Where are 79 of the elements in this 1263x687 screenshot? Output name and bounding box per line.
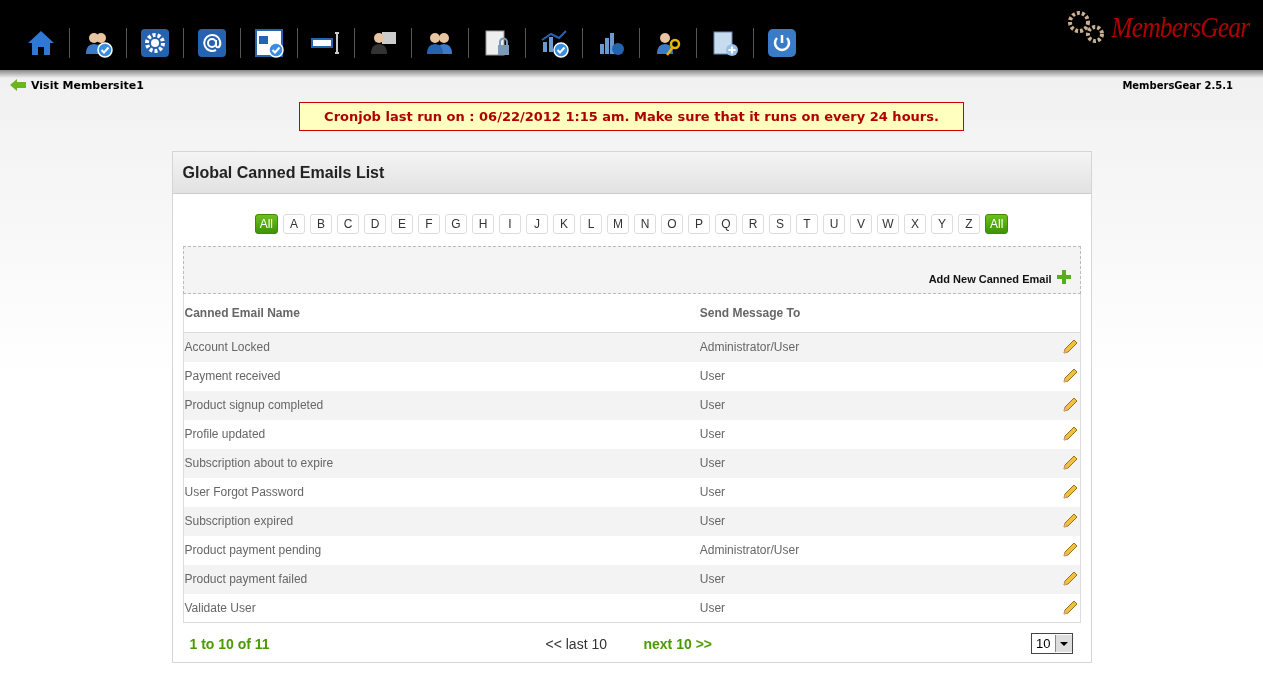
table-cell: Validate User (183, 593, 699, 623)
letter-filter[interactable]: Z (958, 214, 980, 234)
table-cell: User (698, 448, 1047, 478)
letter-filter[interactable]: A (283, 214, 305, 234)
next-link[interactable]: next 10 >> (643, 635, 712, 652)
table-cell: Product payment pending (183, 535, 699, 565)
back-link[interactable]: Visit Membersite1 (10, 78, 144, 92)
table-cell: Product payment failed (183, 564, 699, 594)
table-cell: Subscription expired (183, 506, 699, 536)
letter-filter[interactable]: U (823, 214, 845, 234)
panel-title: Global Canned Emails List (182, 163, 385, 182)
letter-filter[interactable]: M (607, 214, 629, 234)
pencil-icon[interactable] (1061, 484, 1078, 500)
at-sign-icon[interactable] (197, 28, 227, 58)
letter-filter[interactable]: P (688, 214, 710, 234)
letter-filter[interactable]: N (634, 214, 656, 234)
page-range: 1 to 10 of 11 (189, 635, 271, 652)
table-cell: Payment received (183, 361, 699, 391)
table-cell: User (698, 564, 1047, 594)
letter-filter[interactable]: G (445, 214, 467, 234)
pencil-icon[interactable] (1061, 397, 1078, 413)
letter-filter[interactable]: V (850, 214, 872, 234)
home-icon[interactable] (26, 28, 56, 58)
add-link[interactable]: Add New Canned Email (928, 269, 1072, 285)
letter-filter[interactable]: I (499, 214, 521, 234)
letter-filter[interactable]: R (742, 214, 764, 234)
letter-filter[interactable]: D (364, 214, 386, 234)
left-arrow-icon (10, 79, 26, 91)
letter-filter[interactable]: C (337, 214, 359, 234)
page-size-select[interactable]: 10 (1031, 633, 1073, 654)
table-cell: User (698, 477, 1047, 507)
plus-icon (1055, 269, 1072, 285)
letter-filter[interactable]: L (580, 214, 602, 234)
table-cell: User (698, 593, 1047, 623)
letter-filter[interactable]: B (310, 214, 332, 234)
table-cell: Profile updated (183, 419, 699, 449)
letter-filter[interactable]: J (526, 214, 548, 234)
letter-filter[interactable]: O (661, 214, 683, 234)
table-cell: Product signup completed (183, 390, 699, 420)
pencil-icon[interactable] (1061, 599, 1078, 616)
letter-filter[interactable]: S (769, 214, 791, 234)
pencil-icon[interactable] (1061, 455, 1078, 471)
letter-filter[interactable]: Q (715, 214, 737, 234)
logo-text: MembersGear (1111, 10, 1249, 44)
notepad-lock-icon[interactable] (482, 28, 512, 58)
letter-filter[interactable]: F (418, 214, 440, 234)
version-label: MembersGear 2.5.1 (1122, 79, 1233, 91)
gear-icon[interactable] (140, 28, 170, 58)
pencil-icon[interactable] (1061, 368, 1078, 384)
pencil-icon[interactable] (1061, 542, 1078, 558)
pencil-icon[interactable] (1061, 339, 1078, 356)
table-cell: Administrator/User (698, 535, 1047, 565)
pencil-icon[interactable] (1061, 571, 1078, 587)
column-header: Send Message To (698, 294, 1047, 333)
letter-filter[interactable]: K (553, 214, 575, 234)
column-header: Canned Email Name (183, 294, 699, 333)
pencil-icon[interactable] (1061, 426, 1078, 442)
gears-icon (1066, 10, 1107, 44)
prev-link[interactable]: << last 10 (545, 635, 644, 652)
letter-filter[interactable]: T (796, 214, 818, 234)
letter-filter[interactable]: H (472, 214, 494, 234)
cron-notice: Cronjob last run on : 06/22/2012 1:15 am. Make sure that it runs on every 24 hours. (299, 102, 964, 131)
letter-filter[interactable]: E (391, 214, 413, 234)
window-check-icon[interactable] (254, 28, 284, 58)
chart-check-icon[interactable] (539, 28, 569, 58)
power-icon[interactable] (767, 28, 797, 58)
table-cell: Administrator/User (698, 332, 1047, 362)
table-cell: User (698, 390, 1047, 420)
table-cell: User (698, 506, 1047, 536)
table-cell: User Forgot Password (183, 477, 699, 507)
table-cell: Account Locked (183, 332, 699, 362)
letter-filter[interactable]: W (877, 214, 899, 234)
table-cell: User (698, 419, 1047, 449)
clipboard-plus-icon[interactable] (710, 28, 740, 58)
table-cell: User (698, 361, 1047, 391)
table-cell: Subscription about to expire (183, 448, 699, 478)
pencil-icon[interactable] (1061, 513, 1078, 529)
letter-filter[interactable]: Y (931, 214, 953, 234)
letter-filter[interactable]: X (904, 214, 926, 234)
